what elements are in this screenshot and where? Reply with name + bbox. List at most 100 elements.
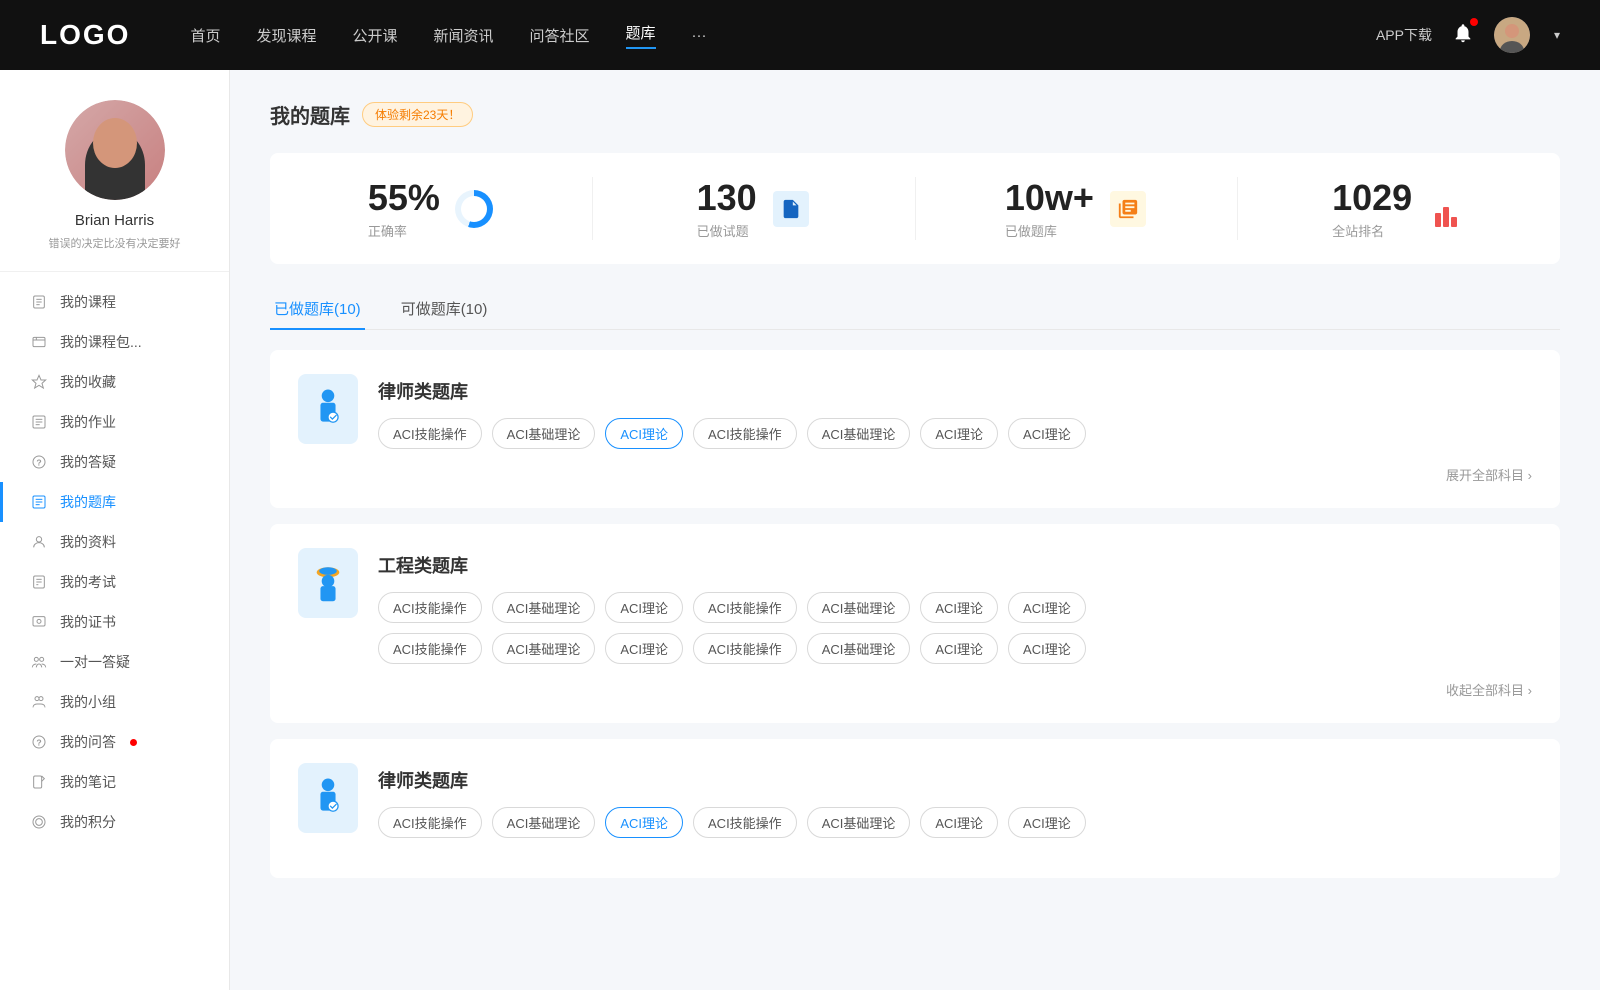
- app-download-button[interactable]: APP下载: [1376, 25, 1432, 45]
- tag-item[interactable]: ACI基础理论: [492, 592, 596, 623]
- avatar-image: [65, 100, 165, 200]
- tag-item[interactable]: ACI理论: [1008, 807, 1086, 838]
- navbar-nav: 首页 发现课程 公开课 新闻资讯 问答社区 题库 ···: [190, 22, 1376, 49]
- stat-ranking: 1029 全站排名: [1238, 177, 1560, 240]
- nav-item-home[interactable]: 首页: [190, 25, 220, 46]
- notification-bell[interactable]: [1452, 22, 1474, 49]
- navbar-logo[interactable]: LOGO: [40, 19, 130, 51]
- nav-item-qa[interactable]: 问答社区: [530, 25, 590, 46]
- sidebar-item-favorites[interactable]: 我的收藏: [0, 362, 229, 402]
- sidebar-label: 我的积分: [60, 812, 116, 832]
- tag-item[interactable]: ACI基础理论: [807, 807, 911, 838]
- tag-item[interactable]: ACI基础理论: [492, 418, 596, 449]
- lawyer-svg: [306, 387, 350, 431]
- tag-item[interactable]: ACI理论: [1008, 418, 1086, 449]
- stat-value-questions: 130: [697, 177, 757, 219]
- tag-item[interactable]: ACI理论: [605, 592, 683, 623]
- tag-item[interactable]: ACI技能操作: [693, 418, 797, 449]
- sidebar-label: 我的课程包...: [60, 332, 142, 352]
- course-pkg-icon: [30, 333, 48, 351]
- ranking-icon: [1426, 189, 1466, 229]
- sidebar-label: 我的收藏: [60, 372, 116, 392]
- tag-item[interactable]: ACI理论: [920, 418, 998, 449]
- nav-item-qbank[interactable]: 题库: [626, 22, 656, 49]
- sidebar-item-my-course[interactable]: 我的课程: [0, 282, 229, 322]
- tag-item[interactable]: ACI理论: [1008, 633, 1086, 664]
- tag-item[interactable]: ACI技能操作: [378, 592, 482, 623]
- sidebar-item-my-profile[interactable]: 我的资料: [0, 522, 229, 562]
- sidebar-item-homework[interactable]: 我的作业: [0, 402, 229, 442]
- tag-item[interactable]: ACI理论: [920, 807, 998, 838]
- stat-label-ranking: 全站排名: [1332, 221, 1412, 240]
- sidebar-label: 我的课程: [60, 292, 116, 312]
- sidebar-item-my-questions[interactable]: ? 我的答疑: [0, 442, 229, 482]
- tag-item[interactable]: ACI理论: [920, 633, 998, 664]
- stat-banks-done: 10w+ 已做题库: [916, 177, 1239, 240]
- stat-label-banks: 已做题库: [1005, 221, 1094, 240]
- navbar: LOGO 首页 发现课程 公开课 新闻资讯 问答社区 题库 ··· APP下载 …: [0, 0, 1600, 70]
- book-icon: [1110, 191, 1146, 227]
- nav-item-more[interactable]: ···: [692, 27, 707, 44]
- tag-item[interactable]: ACI基础理论: [807, 633, 911, 664]
- collapse-link-2[interactable]: 收起全部科目 ›: [1446, 680, 1532, 699]
- tag-item[interactable]: ACI理论: [1008, 592, 1086, 623]
- qbank-header-1: 律师类题库 ACI技能操作 ACI基础理论 ACI理论 ACI技能操作 ACI基…: [298, 374, 1532, 449]
- page-wrapper: Brian Harris 错误的决定比没有决定要好 我的课程 我的课程包...: [0, 0, 1600, 990]
- sidebar-item-my-group[interactable]: 我的小组: [0, 682, 229, 722]
- sidebar-label: 我的答疑: [60, 452, 116, 472]
- sidebar-label: 我的资料: [60, 532, 116, 552]
- tab-done[interactable]: 已做题库(10): [270, 288, 365, 329]
- trial-badge: 体验剩余23天！: [362, 102, 473, 127]
- sidebar-item-one-on-one[interactable]: 一对一答疑: [0, 642, 229, 682]
- tag-item[interactable]: ACI基础理论: [807, 418, 911, 449]
- qbank-footer-2: 收起全部科目 ›: [298, 680, 1532, 699]
- profile-name: Brian Harris: [75, 212, 154, 229]
- tag-item[interactable]: ACI理论: [605, 633, 683, 664]
- tag-item[interactable]: ACI技能操作: [693, 807, 797, 838]
- sidebar-item-my-points[interactable]: 我的积分: [0, 802, 229, 842]
- qbank-tags-2-row2: ACI技能操作 ACI基础理论 ACI理论 ACI技能操作 ACI基础理论 AC…: [378, 633, 1532, 664]
- user-avatar[interactable]: [1494, 17, 1530, 53]
- sidebar-item-my-cert[interactable]: 我的证书: [0, 602, 229, 642]
- questions-done-icon: [771, 189, 811, 229]
- sidebar-label: 我的小组: [60, 692, 116, 712]
- tag-item[interactable]: ACI技能操作: [378, 633, 482, 664]
- sidebar-item-my-answers[interactable]: ? 我的问答: [0, 722, 229, 762]
- bar-chart-icon: [1428, 191, 1464, 227]
- tag-item[interactable]: ACI技能操作: [693, 633, 797, 664]
- profile-icon: [30, 533, 48, 551]
- svg-text:?: ?: [36, 737, 41, 747]
- tag-item-active[interactable]: ACI理论: [605, 418, 683, 449]
- doc-icon: [773, 191, 809, 227]
- book-svg: [1117, 198, 1139, 220]
- sidebar-item-my-course-pkg[interactable]: 我的课程包...: [0, 322, 229, 362]
- sidebar-item-my-notes[interactable]: 我的笔记: [0, 762, 229, 802]
- expand-link-1[interactable]: 展开全部科目 ›: [1446, 465, 1532, 484]
- qbank-tags-3: ACI技能操作 ACI基础理论 ACI理论 ACI技能操作 ACI基础理论 AC…: [378, 807, 1532, 838]
- accuracy-icon: [454, 189, 494, 229]
- tag-item[interactable]: ACI基础理论: [492, 633, 596, 664]
- qbank-card-1: 律师类题库 ACI技能操作 ACI基础理论 ACI理论 ACI技能操作 ACI基…: [270, 350, 1560, 508]
- sidebar-item-my-qbank[interactable]: 我的题库: [0, 482, 229, 522]
- tag-item[interactable]: ACI理论: [920, 592, 998, 623]
- pie-chart: [455, 190, 493, 228]
- sidebar-label: 我的证书: [60, 612, 116, 632]
- qbank-title-1: 律师类题库: [378, 378, 1532, 404]
- sidebar-label: 我的考试: [60, 572, 116, 592]
- tag-item-active[interactable]: ACI理论: [605, 807, 683, 838]
- question-icon: ?: [30, 453, 48, 471]
- tag-item[interactable]: ACI技能操作: [693, 592, 797, 623]
- qbank-header-2: 工程类题库 ACI技能操作 ACI基础理论 ACI理论 ACI技能操作 ACI基…: [298, 548, 1532, 664]
- tag-item[interactable]: ACI基础理论: [807, 592, 911, 623]
- document-svg: [780, 198, 802, 220]
- tab-available[interactable]: 可做题库(10): [397, 288, 492, 329]
- nav-item-discover[interactable]: 发现课程: [256, 25, 316, 46]
- nav-item-open-course[interactable]: 公开课: [352, 25, 397, 46]
- tag-item[interactable]: ACI技能操作: [378, 418, 482, 449]
- sidebar-item-my-exam[interactable]: 我的考试: [0, 562, 229, 602]
- tag-item[interactable]: ACI技能操作: [378, 807, 482, 838]
- tag-item[interactable]: ACI基础理论: [492, 807, 596, 838]
- navbar-chevron-icon[interactable]: ▾: [1554, 28, 1560, 42]
- points-icon: [30, 813, 48, 831]
- nav-item-news[interactable]: 新闻资讯: [434, 25, 494, 46]
